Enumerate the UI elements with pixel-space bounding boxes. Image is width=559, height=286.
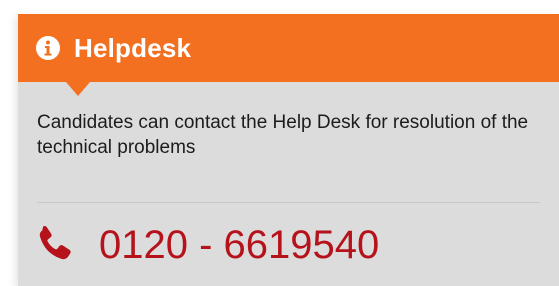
info-icon bbox=[36, 36, 60, 60]
helpdesk-description: Candidates can contact the Help Desk for… bbox=[37, 112, 529, 158]
phone-number[interactable]: 0120 - 6619540 bbox=[99, 221, 379, 269]
divider bbox=[37, 202, 540, 203]
phone-icon bbox=[39, 226, 71, 260]
page: Helpdesk Candidates can contact the Help… bbox=[0, 0, 559, 286]
helpdesk-title: Helpdesk bbox=[74, 33, 192, 63]
header-pointer bbox=[66, 82, 90, 96]
helpdesk-card: Helpdesk Candidates can contact the Help… bbox=[18, 14, 559, 286]
helpdesk-header: Helpdesk bbox=[18, 14, 559, 82]
